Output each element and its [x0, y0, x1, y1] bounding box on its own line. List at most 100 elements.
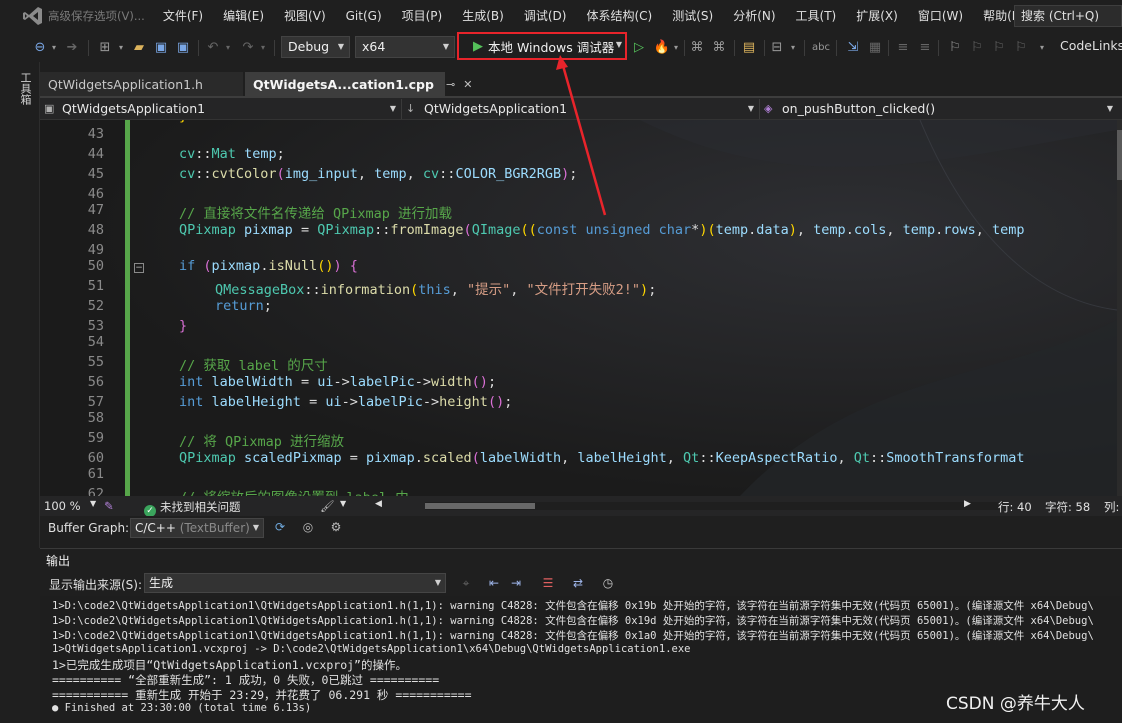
chevron-down-icon[interactable]: ▾ [50, 38, 58, 56]
next-bookmark-icon[interactable]: ⚐ [990, 38, 1008, 56]
buffer-graph-label: Buffer Graph: [48, 521, 130, 535]
configuration-select[interactable]: Debug ▼ [281, 36, 350, 58]
code-line: QMessageBox::information(this, "提示", "文件… [215, 282, 657, 298]
buffer-graph-bar: Buffer Graph: C/C++ (TextBuffer) ▼ ⟳ ◎ ⚙ [40, 516, 1122, 540]
line-number: 62 [87, 486, 104, 496]
uncomment-icon[interactable]: ≡ [916, 38, 934, 56]
menu-edit[interactable]: 编辑(E) [213, 0, 274, 32]
scrollbar-thumb[interactable] [1117, 130, 1122, 180]
editor-vertical-scrollbar[interactable] [1117, 120, 1122, 496]
next-message-icon[interactable]: ⇥ [508, 575, 524, 591]
zoom-level[interactable]: 100 % [44, 499, 81, 513]
clear-all-icon[interactable]: ☰ [540, 575, 556, 591]
toolbar-separator [88, 40, 89, 56]
menu-window[interactable]: 窗口(W) [908, 0, 973, 32]
platform-select[interactable]: x64 ▼ [355, 36, 455, 58]
scrollbar-thumb[interactable] [425, 503, 535, 509]
output-source-select[interactable]: 生成 ▼ [144, 573, 446, 593]
scope-dropdown[interactable]: ↓ QtWidgetsApplication1 ▼ [402, 99, 760, 119]
build-icon[interactable]: ⌘ [688, 38, 706, 56]
comment-icon[interactable]: ≡ [894, 38, 912, 56]
build-solution-icon[interactable]: ⌘ [710, 38, 728, 56]
word-wrap-icon[interactable]: ⇄ [570, 575, 586, 591]
chevron-down-icon[interactable]: ▾ [672, 38, 680, 56]
editor-horizontal-scrollbar[interactable] [425, 502, 1000, 510]
tab-cpp-file[interactable]: QtWidgetsA...cation1.cpp ⊸ ✕ [245, 72, 472, 96]
menu-file[interactable]: 文件(F) [153, 0, 213, 32]
code-line: } [179, 318, 188, 334]
issues-indicator[interactable]: ✓ 未找到相关问题 [144, 499, 241, 517]
menu-build[interactable]: 生成(B) [452, 0, 514, 32]
menu-architecture[interactable]: 体系结构(C) [576, 0, 662, 32]
chevron-down-icon[interactable]: ▼ [90, 499, 96, 508]
chevron-down-icon[interactable]: ▾ [1034, 38, 1050, 56]
bookmark-icon[interactable]: ⚐ [946, 38, 964, 56]
pane-splitter[interactable] [40, 540, 1122, 548]
tab-label: QtWidgetsApplication1.h [48, 76, 203, 92]
line-number: 49 [87, 242, 104, 258]
graph-settings-icon[interactable]: ⚙ [328, 519, 344, 535]
tab-header-file[interactable]: QtWidgetsApplication1.h [40, 72, 243, 96]
line-number: 45 [87, 166, 104, 182]
code-editor[interactable]: 42 43 44 45 46 47 48 49 50 51 52 53 54 5… [40, 120, 1117, 496]
code-line: QPixmap pixmap = QPixmap::fromImage(QIma… [179, 222, 1025, 238]
chevron-down-icon[interactable]: ▾ [117, 38, 125, 56]
toolbar-separator [198, 40, 199, 56]
menu-analyze[interactable]: 分析(N) [723, 0, 785, 32]
find-message-icon[interactable]: ⌖ [458, 575, 474, 591]
close-icon[interactable]: ✕ [463, 78, 472, 91]
undo-icon[interactable]: ↶ [205, 38, 221, 56]
cleanup-icon[interactable]: 🖌 [320, 499, 335, 513]
menu-view[interactable]: 视图(V) [274, 0, 336, 32]
menu-extensions[interactable]: 扩展(X) [846, 0, 908, 32]
line-number: 57 [87, 394, 104, 410]
intellicode-icon[interactable]: ✎ [104, 499, 114, 513]
chevron-down-icon[interactable]: ▾ [789, 38, 797, 56]
menu-debug[interactable]: 调试(D) [514, 0, 577, 32]
graph-refresh-icon[interactable]: ⟳ [272, 519, 288, 535]
redo-icon[interactable]: ↷ [240, 38, 256, 56]
start-without-debugging-icon[interactable]: ▷ [632, 38, 646, 56]
chevron-down-icon[interactable]: ▼ [340, 499, 346, 508]
start-debugger-button[interactable]: ▶ 本地 Windows 调试器 ▼ [457, 32, 627, 60]
clock-icon[interactable]: ◷ [600, 575, 616, 591]
pin-icon[interactable]: ⊸ [446, 78, 455, 91]
hot-reload-icon[interactable]: 🔥 [654, 38, 670, 56]
format-icon[interactable]: ▦ [866, 38, 884, 56]
collapse-toggle-icon[interactable]: − [134, 263, 144, 273]
member-dropdown[interactable]: ◈ on_pushButton_clicked() ▼ [760, 99, 1118, 119]
save-all-icon[interactable]: ▣ [174, 38, 192, 56]
toolbar-separator [684, 40, 685, 56]
codelinks-button[interactable]: CodeLinks [1060, 38, 1122, 53]
project-dropdown[interactable]: ▣ QtWidgetsApplication1 ▼ [40, 99, 402, 119]
clear-bookmarks-icon[interactable]: ⚐ [1012, 38, 1030, 56]
spell-check-icon[interactable]: abc [812, 38, 830, 56]
chevron-down-icon[interactable]: ▾ [259, 38, 267, 56]
chevron-down-icon: ▼ [747, 104, 754, 113]
output-pane-title[interactable]: 输出 [46, 552, 71, 572]
save-icon[interactable]: ▣ [152, 38, 170, 56]
menu-test[interactable]: 测试(S) [662, 0, 723, 32]
open-folder-icon[interactable]: ▰ [130, 38, 148, 56]
new-project-icon[interactable]: ⊞ [96, 38, 114, 56]
menu-project[interactable]: 项目(P) [392, 0, 453, 32]
toolbar-separator [804, 40, 805, 56]
graph-view-icon[interactable]: ◎ [300, 519, 316, 535]
buffer-graph-select[interactable]: C/C++ (TextBuffer) ▼ [130, 518, 264, 538]
prev-bookmark-icon[interactable]: ⚐ [968, 38, 986, 56]
navigate-forward-icon[interactable]: ➔ [64, 38, 80, 56]
toolbox-tab[interactable]: 工具箱 [18, 72, 32, 105]
scroll-left-icon[interactable]: ◀ [375, 499, 382, 509]
select-tool-icon[interactable]: ⇲ [844, 38, 862, 56]
search-box[interactable]: 搜索 (Ctrl+Q) [1014, 5, 1122, 27]
chevron-down-icon[interactable]: ▾ [224, 38, 232, 56]
char-indicator: 字符: 58 [1045, 500, 1091, 514]
toolbar-separator [734, 40, 735, 56]
scroll-right-icon[interactable]: ▶ [964, 499, 971, 509]
layout-icon[interactable]: ⊟ [768, 38, 786, 56]
menu-git[interactable]: Git(G) [336, 0, 392, 32]
prev-message-icon[interactable]: ⇤ [486, 575, 502, 591]
navigate-back-icon[interactable]: ⊖ [32, 38, 48, 56]
solution-explorer-icon[interactable]: ▤ [740, 38, 758, 56]
menu-tools[interactable]: 工具(T) [786, 0, 847, 32]
